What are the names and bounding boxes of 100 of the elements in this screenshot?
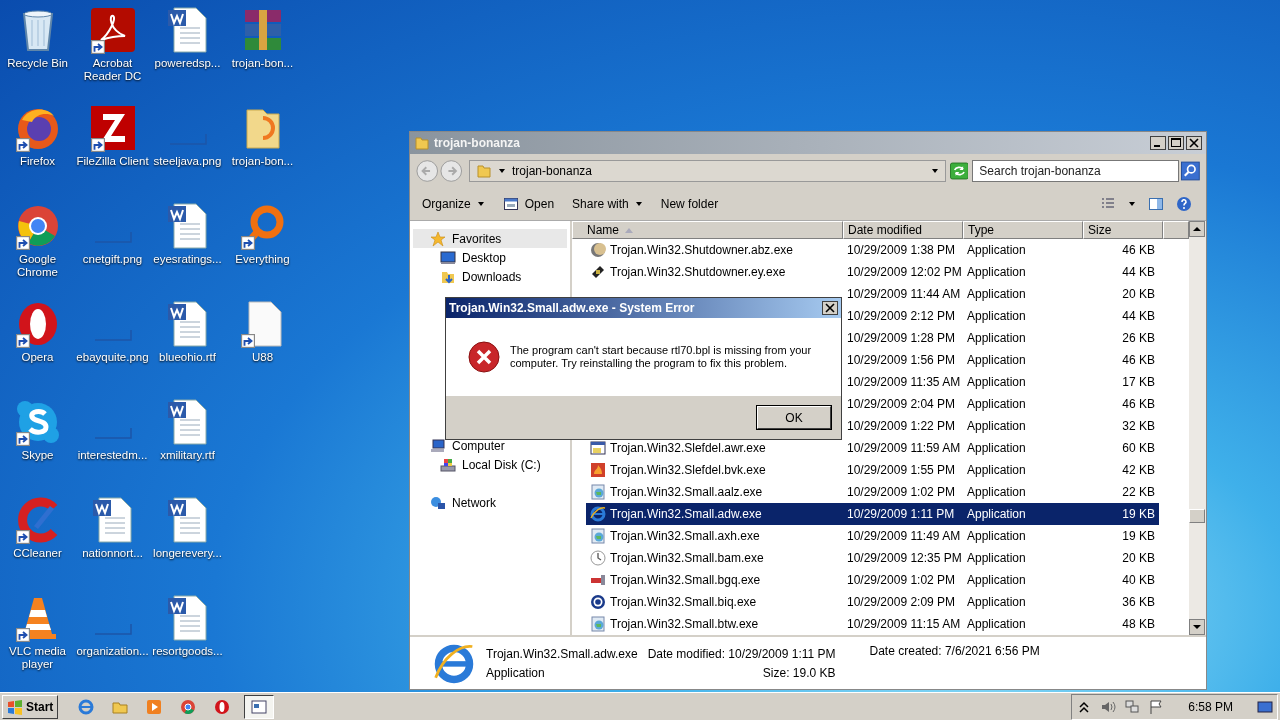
search-icon[interactable] [1181, 161, 1200, 181]
table-cell-text: 10/29/2009 1:55 PM [846, 463, 957, 477]
table-cell-text: Application [966, 419, 1027, 433]
opera-icon [214, 698, 231, 715]
column-header[interactable]: Size [1083, 221, 1163, 239]
chip-icon [590, 264, 606, 280]
table-cell-text: 19 KB [1121, 529, 1156, 543]
table-cell-text: Application [966, 507, 1027, 521]
icon-label: longerevery... [152, 547, 223, 560]
icon-label: VLC media player [8, 645, 67, 671]
browser-logo-icon [590, 506, 606, 522]
file-row[interactable]: Trojan.Win32.Slefdel.awr.exe 10/29/2009 11:59 AM Application 60 KB [586, 437, 1159, 459]
preview-pane-icon[interactable] [1148, 196, 1164, 212]
date-modified: Date modified: 10/29/2009 1:11 PM [647, 646, 836, 661]
table-cell-text: 46 KB [1121, 353, 1156, 367]
scroll-thumb[interactable] [1189, 509, 1205, 523]
table-cell-text: Application [966, 265, 1027, 279]
icon-label: Recycle Bin [6, 57, 69, 70]
scroll-up-icon[interactable] [1189, 221, 1205, 237]
flag-icon[interactable] [1148, 698, 1165, 715]
star-icon [430, 230, 446, 247]
help-icon[interactable] [1176, 196, 1192, 212]
table-cell-text: 10/29/2009 12:02 PM [846, 265, 963, 279]
close-icon[interactable] [822, 301, 838, 315]
icon-label: steeljava.png [152, 155, 223, 168]
refresh-icon[interactable] [949, 162, 969, 180]
close-icon[interactable] [1186, 136, 1202, 150]
file-row[interactable]: Trojan.Win32.Small.axh.exe 10/29/2009 11:49 AM Application 19 KB [586, 525, 1159, 547]
ok-button[interactable]: OK [757, 406, 831, 429]
folder-icon [414, 135, 430, 151]
column-header[interactable]: Type [963, 221, 1083, 239]
toolbar-button[interactable]: Open [496, 194, 561, 214]
table-cell-text: 46 KB [1121, 397, 1156, 411]
window-icon [590, 440, 606, 456]
file-row[interactable]: Trojan.Win32.Small.biq.exe 10/29/2009 2:09 PM Application 36 KB [586, 591, 1159, 613]
caret-icon[interactable] [1128, 200, 1136, 208]
network-icon[interactable] [1124, 698, 1141, 715]
table-cell-text: 10/29/2009 11:15 AM [846, 617, 962, 631]
nav-item[interactable]: Downloads [410, 267, 570, 286]
table-cell-text: Application [966, 551, 1027, 565]
toolbar-button[interactable]: Organize [416, 195, 491, 213]
table-cell-text: 44 KB [1121, 309, 1156, 323]
address-bar[interactable]: trojan-bonanza [468, 160, 946, 182]
table-cell-text: 46 KB [1121, 243, 1156, 257]
search-field[interactable]: Search trojan-bonanza [972, 160, 1180, 182]
file-row[interactable]: Trojan.Win32.Shutdowner.ey.exe 10/29/2009 12:02 PM Application 44 KB [586, 261, 1159, 283]
dropdown-caret-icon[interactable] [930, 167, 939, 175]
toolbar-button[interactable]: New folder [654, 195, 725, 213]
file-name: Trojan.Win32.Shutdowner.ey.exe [610, 265, 786, 279]
table-cell-text: 10/29/2009 2:04 PM [846, 397, 957, 411]
icon-label: Firefox [18, 155, 57, 168]
acrobat-icon[interactable] [88, 6, 137, 54]
globe-file-icon [590, 528, 606, 544]
icon-label: trojan-bon... [230, 57, 295, 70]
file-name: Trojan.Win32.Small.adw.exe [486, 646, 638, 661]
icon-label: Google Chrome [16, 253, 59, 279]
icon-label: xmilitary.rtf [159, 449, 216, 462]
file-row[interactable]: Trojan.Win32.Slefdel.bvk.exe 10/29/2009 1:55 PM Application 42 KB [586, 459, 1159, 481]
file-name: Trojan.Win32.Small.biq.exe [610, 595, 757, 609]
file-row[interactable]: Trojan.Win32.Small.aalz.exe 10/29/2009 1:02 PM Application 22 KB [586, 481, 1159, 503]
nav-item[interactable]: Local Disk (C:) [410, 455, 570, 474]
column-header[interactable]: Date modified [843, 221, 963, 239]
table-cell-text: 42 KB [1121, 463, 1156, 477]
nav-item[interactable]: Favorites [413, 229, 567, 248]
file-row[interactable]: Trojan.Win32.Small.bgq.exe 10/29/2009 1:02 PM Application 40 KB [586, 569, 1159, 591]
table-cell-text: 20 KB [1121, 551, 1156, 565]
caret-icon [476, 200, 485, 208]
file-row[interactable]: Trojan.Win32.Shutdowner.abz.exe 10/29/2009 1:38 PM Application 46 KB [586, 239, 1159, 261]
taskbar-app[interactable] [244, 694, 275, 719]
file-row[interactable]: Trojan.Win32.Small.bam.exe 10/29/2009 12:35 PM Application 20 KB [586, 547, 1159, 569]
file-name: Trojan.Win32.Small.btw.exe [610, 617, 759, 631]
maximize-icon[interactable] [1168, 136, 1184, 150]
show-desktop-icon[interactable] [1257, 698, 1273, 715]
file-row[interactable]: Trojan.Win32.Small.btw.exe 10/29/2009 11:15 AM Application 48 KB [586, 613, 1159, 635]
clock[interactable]: 6:58 PM [1188, 699, 1233, 714]
nav-item[interactable]: Desktop [410, 248, 570, 267]
caret-icon[interactable] [497, 167, 506, 175]
nav-item[interactable]: Computer [410, 436, 570, 455]
minimize-icon[interactable] [1150, 136, 1166, 150]
icon-label: CCleaner [12, 547, 63, 560]
toolbar-button[interactable]: Share with [566, 195, 649, 213]
table-cell-text: Application [966, 353, 1027, 367]
scrollbar[interactable] [1189, 221, 1206, 635]
table-cell-text: 10/29/2009 11:59 AM [846, 441, 962, 455]
table-cell-text: 10/29/2009 2:12 PM [846, 309, 957, 323]
disk-drive-icon [440, 456, 456, 473]
folder-icon [475, 163, 492, 179]
icon-label: interestedm... [76, 449, 149, 462]
start-button[interactable]: Start [2, 694, 59, 719]
file-row[interactable]: Trojan.Win32.Small.adw.exe 10/29/2009 1:11 PM Application 19 KB [586, 503, 1159, 525]
scroll-down-icon[interactable] [1189, 619, 1205, 635]
nav-item[interactable]: Network [410, 493, 570, 512]
breadcrumb[interactable]: trojan-bonanza [511, 164, 925, 178]
flame-icon [590, 462, 606, 478]
filezilla-icon[interactable] [88, 104, 137, 152]
table-cell-text: Application [966, 287, 1027, 301]
table-cell-text: 10/29/2009 11:35 AM [846, 375, 962, 389]
table-cell-text: 10/29/2009 1:38 PM [846, 243, 957, 257]
icon-label: organization... [75, 645, 150, 658]
column-header[interactable]: Name [572, 221, 843, 239]
